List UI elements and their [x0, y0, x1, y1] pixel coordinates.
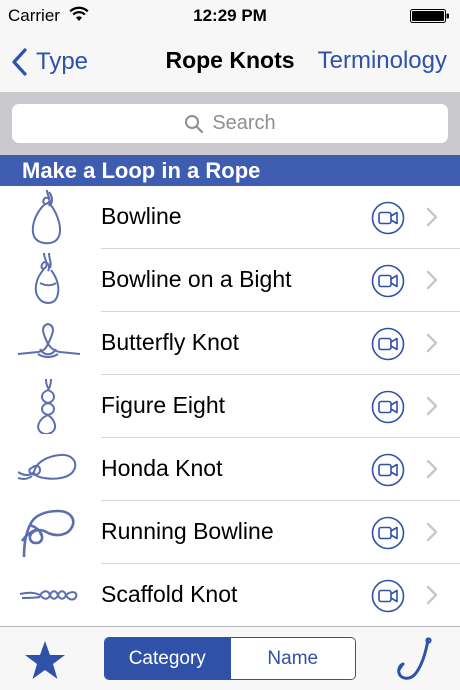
knot-name: Honda Knot: [101, 455, 223, 481]
knot-name: Running Bowline: [101, 518, 274, 544]
status-bar: Carrier 12:29 PM: [0, 0, 460, 32]
bowline-on-a-bight-knot-thumbnail: [34, 253, 60, 304]
bottom-toolbar: Category Name: [0, 626, 460, 690]
video-icon[interactable]: [371, 327, 405, 361]
navigation-bar: Type Rope Knots Terminology: [0, 32, 460, 92]
video-icon[interactable]: [371, 453, 405, 487]
knot-name: Figure Eight: [101, 392, 226, 418]
fishhook-icon[interactable]: [392, 637, 438, 683]
butterfly-knot-thumbnail: [18, 322, 80, 358]
list-item[interactable]: Figure Eight: [0, 375, 460, 438]
clock: 12:29 PM: [193, 6, 267, 25]
scaffold-knot-thumbnail: [19, 590, 78, 601]
chevron-right-icon: [426, 270, 438, 290]
search-placeholder: Search: [212, 112, 276, 134]
chevron-right-icon: [426, 396, 438, 416]
search-icon: [185, 114, 204, 133]
video-icon[interactable]: [371, 201, 405, 235]
section-header: Make a Loop in a Rope: [0, 155, 460, 186]
knot-list: Bowline Bowline on a Bight Butterfly Kno…: [0, 186, 460, 626]
chevron-right-icon: [426, 459, 438, 479]
knot-name: Bowline: [101, 203, 182, 229]
video-icon[interactable]: [371, 264, 405, 298]
list-item[interactable]: Butterfly Knot: [0, 312, 460, 375]
terminology-button[interactable]: Terminology: [318, 47, 447, 75]
list-item[interactable]: Bowline on a Bight: [0, 249, 460, 312]
chevron-right-icon: [426, 585, 438, 605]
segment-name[interactable]: Name: [229, 638, 355, 679]
video-icon[interactable]: [371, 579, 405, 613]
search-bar: Search: [0, 92, 460, 155]
chevron-right-icon: [426, 333, 438, 353]
star-icon[interactable]: [24, 640, 66, 680]
honda-knot-thumbnail: [18, 453, 77, 481]
search-input[interactable]: Search: [12, 104, 448, 143]
chevron-right-icon: [426, 207, 438, 227]
video-icon[interactable]: [371, 390, 405, 424]
knot-name: Bowline on a Bight: [101, 266, 292, 292]
segment-category[interactable]: Category: [105, 638, 230, 679]
bowline-knot-thumbnail: [31, 190, 61, 245]
running-bowline-knot-thumbnail: [20, 509, 75, 558]
knot-name: Butterfly Knot: [101, 329, 240, 355]
list-item[interactable]: Running Bowline: [0, 501, 460, 564]
knot-name: Scaffold Knot: [101, 581, 238, 607]
figure-eight-knot-thumbnail: [37, 379, 57, 434]
list-item[interactable]: Bowline: [0, 186, 460, 249]
list-item[interactable]: Honda Knot: [0, 438, 460, 501]
chevron-right-icon: [426, 522, 438, 542]
battery-icon: [410, 9, 449, 23]
list-item[interactable]: Scaffold Knot: [0, 564, 460, 626]
video-icon[interactable]: [371, 516, 405, 550]
sort-segmented-control: Category Name: [104, 637, 356, 680]
